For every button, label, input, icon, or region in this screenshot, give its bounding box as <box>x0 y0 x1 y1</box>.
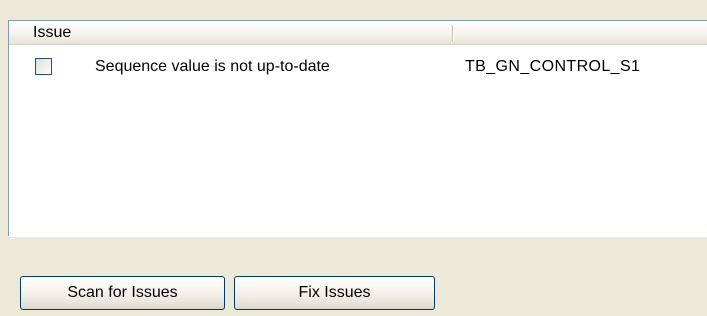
dialog-window: Issue Sequence value is not up-to-date T… <box>0 0 707 316</box>
list-item[interactable]: Sequence value is not up-to-date TB_GN_C… <box>9 55 707 79</box>
issues-list[interactable]: Issue Sequence value is not up-to-date T… <box>8 20 707 237</box>
column-header-object[interactable] <box>454 21 707 44</box>
issue-description: Sequence value is not up-to-date <box>95 58 330 75</box>
issue-object-name: TB_GN_CONTROL_S1 <box>465 58 641 75</box>
issue-checkbox[interactable] <box>35 58 52 75</box>
panel-bottom-edge <box>8 236 707 240</box>
column-header-issue[interactable]: Issue <box>9 21 453 44</box>
scan-for-issues-button[interactable]: Scan for Issues <box>20 276 225 310</box>
list-header: Issue <box>9 21 707 45</box>
fix-issues-button[interactable]: Fix Issues <box>234 276 435 310</box>
